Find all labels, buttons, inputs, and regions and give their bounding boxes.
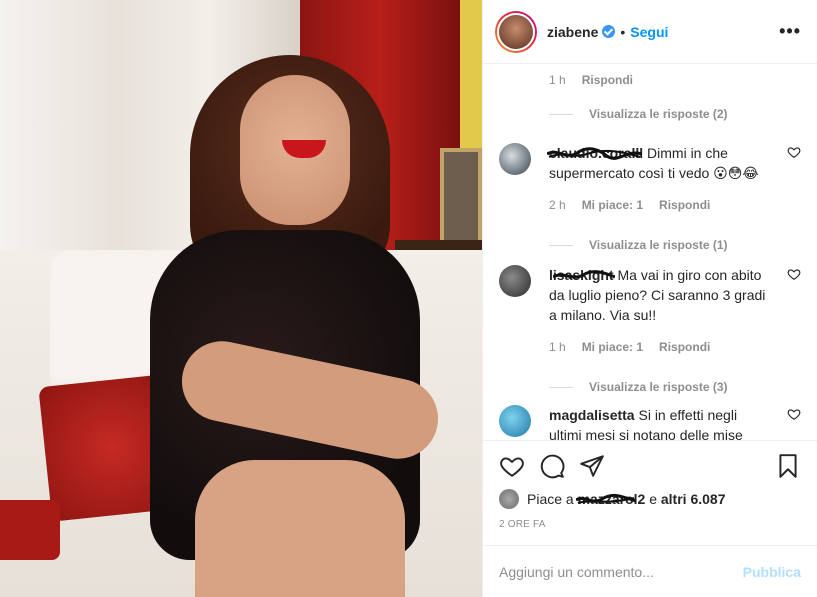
- liker-username[interactable]: mazzarol2: [575, 491, 645, 507]
- follow-button[interactable]: Segui: [630, 24, 668, 40]
- comment-like-heart-icon[interactable]: [787, 145, 801, 159]
- view-replies-label: Visualizza le risposte (2): [589, 107, 728, 121]
- comment-item: lisaskight Ma vai in giro con abito da l…: [499, 265, 801, 397]
- comment-like-heart-icon[interactable]: [787, 267, 801, 281]
- heart-icon[interactable]: [499, 453, 525, 479]
- view-replies-button[interactable]: Visualizza le risposte (1): [549, 235, 769, 255]
- author-username[interactable]: ziabene: [547, 24, 598, 40]
- comment-time: 2 h: [549, 198, 566, 212]
- comment-likes[interactable]: Mi piace: 1: [582, 195, 643, 215]
- comment-input[interactable]: [499, 563, 743, 580]
- photo-legs: [195, 460, 405, 597]
- photo-picture-frame: [440, 148, 482, 248]
- comment-item: magdalisetta Si in effetti negli ultimi …: [499, 405, 801, 440]
- comment-meta: 2 h Mi piace: 1 Rispondi: [549, 195, 769, 215]
- comment-time: 1 h: [549, 73, 566, 87]
- view-replies-label: Visualizza le risposte (1): [589, 238, 728, 252]
- comment-time: 1 h: [549, 340, 566, 354]
- more-options-icon[interactable]: •••: [779, 21, 801, 42]
- post-photo[interactable]: [0, 0, 482, 597]
- scribble-redaction: [547, 147, 642, 160]
- photo-wall: [460, 0, 482, 150]
- post-sidebar: ziabene • Segui ••• 1 h Rispondi Visuali…: [482, 0, 817, 597]
- add-comment-bar: Pubblica: [483, 545, 817, 597]
- separator-dot: •: [620, 23, 626, 40]
- commenter-username[interactable]: claudio.coralll: [547, 145, 647, 161]
- comment-like-heart-icon[interactable]: [787, 407, 801, 421]
- bookmark-icon[interactable]: [775, 453, 801, 479]
- scribble-redaction: [575, 493, 636, 504]
- comment-meta: 1 h Rispondi: [549, 73, 633, 87]
- likes-conjunction: e: [649, 491, 657, 507]
- view-replies-label: Visualizza le risposte (3): [589, 380, 728, 394]
- verified-badge-icon: [602, 25, 616, 38]
- commenter-avatar[interactable]: [499, 405, 531, 437]
- comment-icon[interactable]: [539, 453, 565, 479]
- view-replies-button[interactable]: Visualizza le risposte (3): [549, 377, 769, 397]
- reply-button[interactable]: Rispondi: [659, 337, 710, 357]
- commenter-username[interactable]: magdalisetta: [549, 407, 635, 423]
- commenter-avatar[interactable]: [499, 143, 531, 175]
- likes-summary: Piace a mazzarol2 e altri 6.087: [499, 489, 725, 509]
- publish-button[interactable]: Pubblica: [743, 564, 801, 580]
- likes-others-link[interactable]: altri 6.087: [661, 491, 726, 507]
- photo-pillow-red-small: [0, 500, 60, 560]
- likes-prefix: Piace a: [527, 491, 574, 507]
- comment-likes[interactable]: Mi piace: 1: [582, 337, 643, 357]
- reply-button[interactable]: Rispondi: [659, 195, 710, 215]
- post-actions: Piace a mazzarol2 e altri 6.087 2 ORE FA: [483, 440, 817, 545]
- view-replies-button[interactable]: Visualizza le risposte (2): [549, 107, 728, 121]
- liker-avatar[interactable]: [499, 489, 519, 509]
- scribble-redaction: [553, 270, 615, 279]
- comment-item: claudio.coralll Dimmi in che supermercat…: [499, 143, 801, 255]
- reply-button[interactable]: Rispondi: [582, 73, 633, 87]
- comments-list[interactable]: 1 h Rispondi Visualizza le risposte (2) …: [483, 65, 817, 440]
- post-header: ziabene • Segui •••: [483, 0, 817, 64]
- commenter-username[interactable]: lisaskight: [549, 267, 617, 283]
- comment-meta: 1 h Mi piace: 1 Rispondi: [549, 337, 769, 357]
- author-avatar[interactable]: [495, 10, 537, 53]
- post-timestamp[interactable]: 2 ORE FA: [499, 519, 546, 530]
- paper-plane-icon[interactable]: [579, 453, 605, 479]
- commenter-avatar[interactable]: [499, 265, 531, 297]
